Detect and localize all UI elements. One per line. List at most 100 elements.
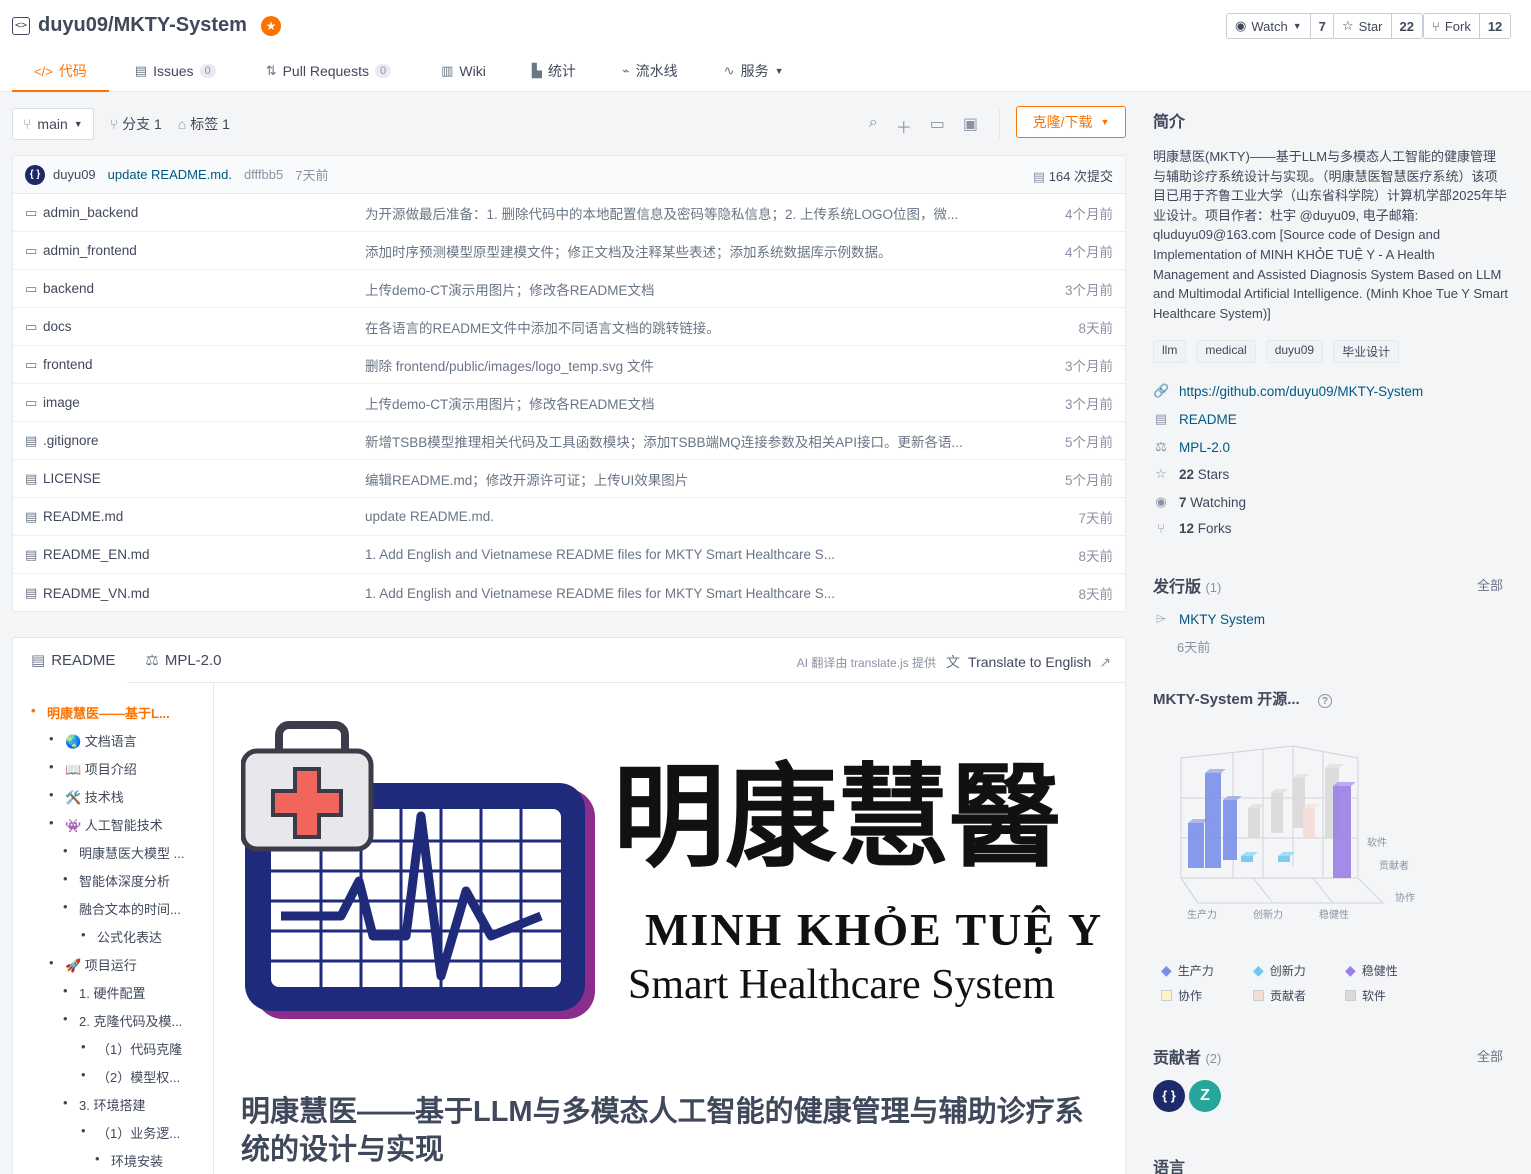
toc-item[interactable]: 👾 人工智能技术 <box>49 815 163 834</box>
file-commit-message[interactable]: 编辑README.md；修改开源许可证；上传UI效果图片 <box>365 469 985 489</box>
file-name-link[interactable]: docs <box>43 319 365 334</box>
web-ide-icon[interactable]: ▣ <box>963 114 978 138</box>
topic-tag[interactable]: 毕业设计 <box>1333 340 1400 364</box>
table-row[interactable]: ▤ README_EN.md 1. Add English and Vietname… <box>13 536 1125 574</box>
topic-tag[interactable]: duyu09 <box>1265 340 1324 364</box>
toc-item[interactable]: 明康慧医——基于L... <box>31 703 170 722</box>
file-commit-message[interactable]: 新增TSBB模型推理相关代码及工具函数模块；添加TSBB端MQ连接参数及相关AP… <box>365 431 985 451</box>
avatar[interactable]: { } <box>25 164 45 185</box>
file-name-link[interactable]: image <box>43 395 365 410</box>
table-row[interactable]: ▤ README_VN.md 1. Add English and Vietname… <box>13 574 1125 612</box>
toc-item[interactable]: 3. 环境搭建 <box>63 1095 146 1114</box>
file-commit-message[interactable]: 上传demo-CT演示用图片；修改各README文档 <box>365 393 985 413</box>
toc-item[interactable]: 融合文本的时间... <box>63 899 181 918</box>
watching-link[interactable]: ◉ 7 Watching <box>1153 494 1246 510</box>
translate-button[interactable]: 文 Translate to English ↗ <box>946 652 1111 672</box>
legend-item[interactable]: ◆ 生产力 <box>1161 962 1214 979</box>
file-commit-message[interactable]: 上传demo-CT演示用图片；修改各README文档 <box>365 279 985 299</box>
releases-all-link[interactable]: 全部 <box>1477 575 1503 594</box>
toc-item[interactable]: 🛠️ 技术栈 <box>49 787 124 806</box>
branch-select[interactable]: ⑂ main ▼ <box>12 108 94 140</box>
toc-item[interactable]: 🌏 文档语言 <box>49 731 137 750</box>
star-button[interactable]: ☆ Star 22 <box>1333 13 1423 39</box>
tab-readme[interactable]: ▤ README <box>13 638 128 683</box>
topic-tag[interactable]: medical <box>1196 340 1256 364</box>
file-commit-message[interactable]: 1. Add English and Vietnamese README fil… <box>365 547 985 562</box>
fork-button[interactable]: ⑂ Fork 12 <box>1423 13 1512 39</box>
table-row[interactable]: ▭ frontend 删除 frontend/public/images/logo_… <box>13 346 1125 384</box>
tab-license[interactable]: ⚖ MPL-2.0 <box>127 638 233 683</box>
contributors-all-link[interactable]: 全部 <box>1477 1046 1503 1065</box>
branches-link[interactable]: ⑂ 分支 1 <box>110 114 162 134</box>
table-row[interactable]: ▭ docs 在各语言的README文件中添加不同语言文档的跳转链接。 8天前 <box>13 308 1125 346</box>
file-name-link[interactable]: README_VN.md <box>43 586 365 601</box>
toc-item[interactable]: 📖 项目介绍 <box>49 759 137 778</box>
file-commit-message[interactable]: update README.md. <box>365 509 985 524</box>
repo-name-link[interactable]: duyu09/MKTY-System <box>38 14 247 37</box>
tab-pipeline[interactable]: ⌁ 流水线 <box>598 50 700 92</box>
file-name-link[interactable]: admin_frontend <box>43 243 365 258</box>
toc-item[interactable]: 公式化表达 <box>81 927 162 946</box>
toc-item[interactable]: （1）代码克隆 <box>81 1039 182 1058</box>
file-commit-message[interactable]: 在各语言的README文件中添加不同语言文档的跳转链接。 <box>365 317 985 337</box>
topic-tag[interactable]: llm <box>1153 340 1187 364</box>
file-commit-message[interactable]: 添加时序预测模型原型建模文件；修正文档及注释某些表述；添加系统数据库示例数据。 <box>365 241 985 261</box>
legend-item[interactable]: 贡献者 <box>1253 987 1306 1004</box>
homepage-link[interactable]: 🔗 https://github.com/duyu09/MKTY-System <box>1153 383 1423 399</box>
toc-item[interactable]: 🚀 项目运行 <box>49 955 137 974</box>
file-name-link[interactable]: frontend <box>43 357 365 372</box>
legend-item[interactable]: ◆ 稳健性 <box>1345 962 1398 979</box>
toc-item[interactable]: 环境安装 <box>95 1151 163 1170</box>
search-icon[interactable]: ⌕ <box>869 114 878 138</box>
table-row[interactable]: ▤ LICENSE 编辑README.md；修改开源许可证；上传UI效果图片 5个月前 <box>13 460 1125 498</box>
file-name-link[interactable]: backend <box>43 281 365 296</box>
table-row[interactable]: ▤ .gitignore 新增TSBB模型推理相关代码及工具函数模块；添加TSBB端… <box>13 422 1125 460</box>
toc-item[interactable]: 明康慧医大模型 ... <box>63 843 185 862</box>
toc-item[interactable]: （1）业务逻... <box>81 1123 180 1142</box>
clone-download-button[interactable]: 克隆/下载 ▼ <box>1016 106 1126 138</box>
file-name-link[interactable]: README.md <box>43 509 365 524</box>
table-row[interactable]: ▭ admin_frontend 添加时序预测模型原型建模文件；修正文档及注释某些表… <box>13 232 1125 270</box>
plus-icon[interactable]: ＋ <box>896 114 912 138</box>
toc-item[interactable]: 2. 克隆代码及模... <box>63 1011 182 1030</box>
file-name-link[interactable]: .gitignore <box>43 433 365 448</box>
avatar[interactable]: Z <box>1189 1080 1221 1112</box>
file-name-link[interactable]: LICENSE <box>43 471 365 486</box>
file-name-link[interactable]: admin_backend <box>43 205 365 220</box>
forks-link[interactable]: ⑂ 12 Forks <box>1153 521 1231 536</box>
legend-item[interactable]: ◆ 创新力 <box>1253 962 1306 979</box>
commit-author[interactable]: duyu09 <box>53 167 96 182</box>
readme-link[interactable]: ▤ README <box>1153 411 1237 427</box>
tab-stats[interactable]: ▙ 统计 <box>508 50 598 92</box>
release-item[interactable]: ⌲ MKTY System <box>1153 611 1265 627</box>
table-row[interactable]: ▭ backend 上传demo-CT演示用图片；修改各README文档 3个月前 <box>13 270 1125 308</box>
avatar[interactable]: { } <box>1153 1080 1185 1112</box>
tags-link[interactable]: ⌂ 标签 1 <box>178 114 230 134</box>
table-row[interactable]: ▭ image 上传demo-CT演示用图片；修改各README文档 3个月前 <box>13 384 1125 422</box>
file-commit-message[interactable]: 为开源做最后准备：1. 删除代码中的本地配置信息及密码等隐私信息；2. 上传系统… <box>365 203 985 223</box>
watch-button[interactable]: ◉ Watch ▼ 7 <box>1226 13 1335 39</box>
table-row[interactable]: ▤ README.md update README.md. 7天前 <box>13 498 1125 536</box>
file-commit-message[interactable]: 删除 frontend/public/images/logo_temp.svg … <box>365 355 985 375</box>
tab-wiki[interactable]: ▥ Wiki <box>413 50 508 92</box>
commit-message[interactable]: update README.md. <box>108 167 232 182</box>
tab-services[interactable]: ∿ 服务 ▼ <box>700 50 806 92</box>
legend-item[interactable]: 协作 <box>1161 987 1202 1004</box>
fork-count[interactable]: 12 <box>1480 14 1510 38</box>
legend-item[interactable]: 软件 <box>1345 987 1386 1004</box>
commit-sha[interactable]: dfffbb5 <box>244 167 283 182</box>
toc-item[interactable]: 1. 硬件配置 <box>63 983 146 1002</box>
watch-count[interactable]: 7 <box>1311 14 1334 38</box>
tab-code[interactable]: </> 代码 <box>12 50 109 92</box>
tab-issues[interactable]: ▤ Issues 0 <box>109 50 238 92</box>
tab-pull-requests[interactable]: ⇅ Pull Requests 0 <box>238 50 413 92</box>
license-link[interactable]: ⚖ MPL-2.0 <box>1153 439 1230 455</box>
file-name-link[interactable]: README_EN.md <box>43 547 365 562</box>
file-commit-message[interactable]: 1. Add English and Vietnamese README fil… <box>365 586 985 601</box>
stars-link[interactable]: ☆ 22 Stars <box>1153 466 1229 482</box>
commits-link[interactable]: ▤ 164 次提交 <box>1033 166 1113 185</box>
star-count[interactable]: 22 <box>1392 14 1422 38</box>
table-row[interactable]: ▭ admin_backend 为开源做最后准备：1. 删除代码中的本地配置信息及密… <box>13 194 1125 232</box>
desktop-icon[interactable]: ▭ <box>930 114 945 138</box>
toc-item[interactable]: （2）模型权... <box>81 1067 180 1086</box>
